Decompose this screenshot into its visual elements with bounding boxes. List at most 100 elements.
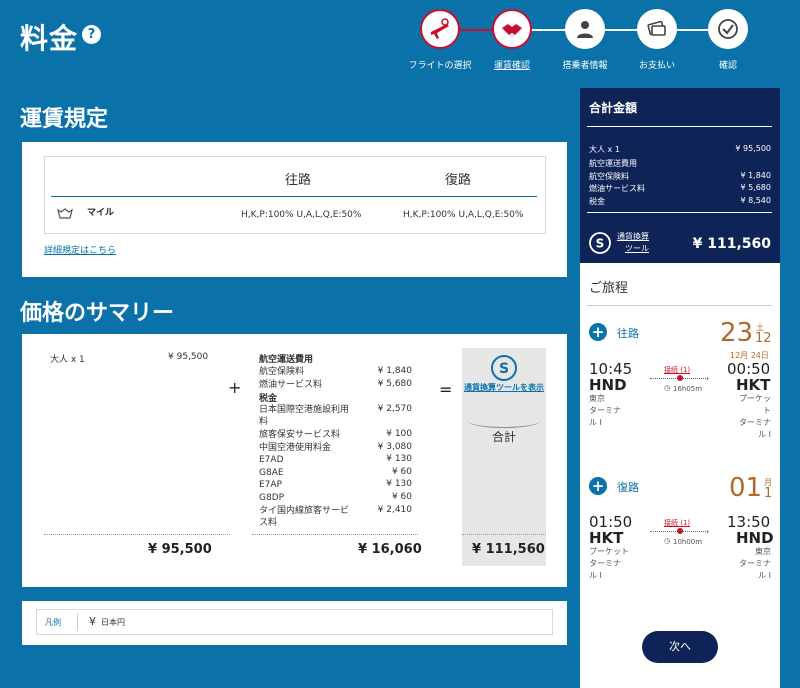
fare-details-link[interactable]: 詳細規定はこちら xyxy=(44,243,116,256)
outbound-header: 往路 xyxy=(285,173,312,188)
return-label: 復路 xyxy=(617,481,639,494)
fee-label: タイ国内線旅客サービス料 xyxy=(259,505,350,528)
expand-outbound-icon[interactable]: + xyxy=(589,323,607,341)
stop-dot xyxy=(677,528,683,534)
fees-heading: 航空運送費用 xyxy=(259,355,314,365)
passenger-label: 大人 x 1 xyxy=(589,145,620,154)
city-text: 東京 xyxy=(755,547,771,556)
checkmark-icon xyxy=(708,9,748,49)
total-panel: 合計金額 大人 x 1 ¥ 95,500 航空運送費用 航空保険料 ¥ 1,84… xyxy=(580,88,780,263)
svg-text:S: S xyxy=(596,237,605,251)
clock-icon: ◷ xyxy=(664,384,671,392)
step-confirmation[interactable]: 確認 xyxy=(693,6,763,71)
return-month: 1 xyxy=(764,486,773,501)
price-summary-title: 価格のサマリー xyxy=(20,301,175,326)
outbound-arr-city: プーケッ ト ターミナ ル I xyxy=(739,393,771,441)
fee-label: 航空保険料 xyxy=(259,367,305,377)
currency-exchange-icon[interactable]: S xyxy=(589,232,611,258)
fee-row: 航空保険料 ¥ 1,840 xyxy=(589,171,771,182)
outbound-arr-code: HKT xyxy=(736,376,771,394)
legend-label: 凡例 xyxy=(45,618,61,627)
fee-value: ¥ 1,840 xyxy=(377,366,412,376)
fee-label: 中国空港使用料金 xyxy=(259,442,332,453)
return-stops-link[interactable]: 接続 (1) xyxy=(664,518,690,528)
legend-divider xyxy=(77,613,78,631)
terminal-text: ル I xyxy=(758,571,771,580)
step-label: 搭乗者情報 xyxy=(562,61,608,71)
step-flight-select[interactable]: フライトの選択 xyxy=(405,6,475,71)
panel-divider xyxy=(587,126,772,127)
payment-icon xyxy=(637,9,677,49)
fee-value: ¥ 60 xyxy=(391,492,412,502)
fees-subtotal: ¥ 16,060 xyxy=(358,542,422,557)
fee-label: 燃油サービス料 xyxy=(589,184,645,193)
question-circle-icon[interactable]: ? xyxy=(82,25,101,44)
fare-rules-card: 往路 復路 マイル H,K,P:100% U,A,L,Q,E:50% H,K,P… xyxy=(22,142,567,277)
clock-icon: ◷ xyxy=(664,537,671,545)
return-arr-code: HND xyxy=(736,529,774,547)
outbound-classes: H,K,P:100% U,A,L,Q,E:50% xyxy=(241,210,362,220)
return-day: 01 xyxy=(729,473,763,503)
total-title: 合計金額 xyxy=(589,101,638,115)
fee-label: G8DP xyxy=(259,493,285,503)
fee-label: 航空保険料 xyxy=(589,172,629,181)
legend-card: 凡例 ¥ 日本円 xyxy=(22,601,567,645)
step-payment[interactable]: お支払い xyxy=(622,6,692,71)
return-arr-city: 東京 ターミナ ル I xyxy=(739,546,771,582)
fee-label: G8AE xyxy=(259,467,284,478)
outbound-dep-city: 東京 ターミナ ル I xyxy=(589,393,621,429)
fee-value: ¥ 2,570 xyxy=(377,403,412,414)
currency-tool-link[interactable]: 通貨換算 ツール xyxy=(617,231,649,255)
outbound-dep-code: HND xyxy=(589,376,627,394)
equals-sign: = xyxy=(439,380,453,399)
fees-heading: 航空運送費用 xyxy=(589,159,637,168)
legend-box: 凡例 ¥ 日本円 xyxy=(36,609,553,635)
fee-value: ¥ 1,840 xyxy=(740,171,771,180)
terminal-text: ターミナ xyxy=(589,406,621,415)
divider xyxy=(252,534,418,535)
terminal-text: ターミナ xyxy=(739,418,771,427)
stop-dot xyxy=(677,375,683,381)
step-label: フライトの選択 xyxy=(408,61,472,71)
fee-label: E7AD xyxy=(259,455,284,466)
step-label: 確認 xyxy=(718,61,737,71)
fee-label: 燃油サービス料 xyxy=(259,379,323,390)
plane-check-icon xyxy=(420,9,460,49)
page-title: 料金 xyxy=(20,22,79,55)
fee-value: ¥ 130 xyxy=(386,479,412,490)
step-passenger-info[interactable]: 搭乗者情報 xyxy=(550,6,620,71)
fee-value: ¥ 3,080 xyxy=(377,441,412,452)
miles-label: マイル xyxy=(87,208,115,218)
return-dep-code: HKT xyxy=(589,529,624,547)
header-divider xyxy=(51,196,537,197)
next-button[interactable]: 次へ xyxy=(642,631,718,663)
expand-return-icon[interactable]: + xyxy=(589,477,607,495)
currency-tool-link[interactable]: 通貨換算ツールを表示 xyxy=(464,382,544,394)
step-label: 運賃確認 xyxy=(493,61,530,71)
divider xyxy=(44,534,230,535)
currency-name: 日本円 xyxy=(101,618,125,627)
tax-heading: 税金 xyxy=(259,394,278,405)
person-icon xyxy=(565,9,605,49)
terminal-text: ル I xyxy=(589,571,602,580)
city-text: プーケッ xyxy=(739,394,771,403)
arrow-right-icon: › xyxy=(706,374,710,383)
step-fare-confirm[interactable]: 運賃確認 xyxy=(477,6,547,71)
svg-text:S: S xyxy=(499,361,509,377)
price-summary-card: 大人 x 1 ¥ 95,500 + 航空運送費用 航空保険料 ¥ 1,840 燃油サ… xyxy=(22,334,567,587)
terminal-text: ル I xyxy=(758,430,771,439)
tax-value: ¥ 8,540 xyxy=(740,196,771,205)
fare-rules-title: 運賃規定 xyxy=(20,107,109,132)
passenger-fare: ¥ 95,500 xyxy=(168,352,209,362)
miles-icon xyxy=(57,205,73,224)
divider-curve xyxy=(468,414,540,428)
tax-row: 税金 ¥ 8,540 xyxy=(589,196,771,207)
plus-sign: + xyxy=(228,378,242,397)
itinerary-title: ご旅程 xyxy=(589,281,629,296)
outbound-stops-link[interactable]: 接続 (1) xyxy=(664,365,690,375)
tax-label: 税金 xyxy=(589,197,605,206)
return-dep-city: プーケット ターミナ ル I xyxy=(589,546,629,582)
fee-label: 旅客保安サービス料 xyxy=(259,430,341,440)
passenger-row: 大人 x 1 ¥ 95,500 xyxy=(589,144,771,155)
total-label: 合計 xyxy=(491,430,516,444)
